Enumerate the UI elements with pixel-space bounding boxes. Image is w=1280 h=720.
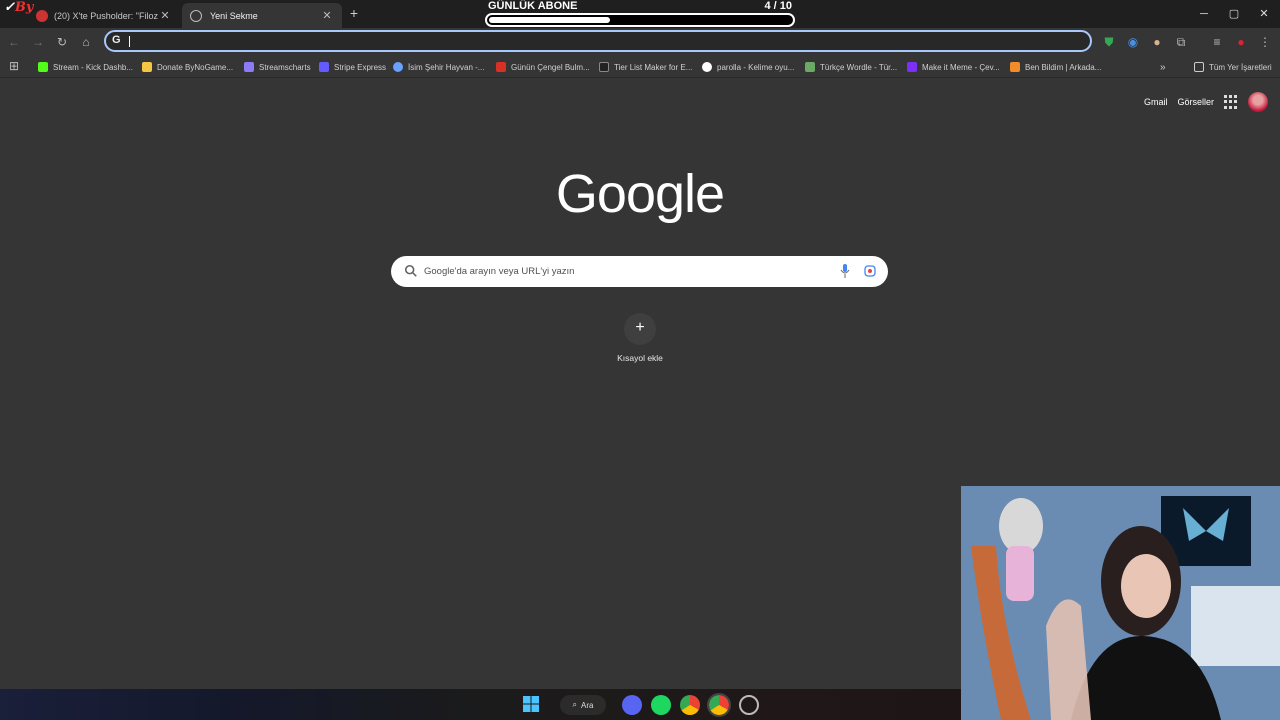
close-tab-icon[interactable]: ✕ — [158, 9, 172, 22]
shield-extension-icon[interactable]: ⛊ — [1101, 34, 1117, 50]
maximize-button[interactable]: ▢ — [1226, 6, 1242, 22]
sub-goal-fill — [489, 17, 610, 23]
new-tab-button[interactable]: + — [346, 5, 362, 21]
cengel-icon — [496, 62, 506, 72]
spotify-icon[interactable] — [651, 695, 671, 715]
discord-icon[interactable] — [622, 695, 642, 715]
google-lens-icon[interactable] — [864, 265, 876, 277]
windows-taskbar: ⌕ Ara — [0, 689, 961, 720]
bynogame-icon — [142, 62, 152, 72]
tierlist-icon — [599, 62, 609, 72]
gmail-link[interactable]: Gmail — [1144, 97, 1168, 107]
stripe-icon — [319, 62, 329, 72]
google-g-icon: G — [112, 34, 121, 46]
wordle-icon — [805, 62, 815, 72]
sub-goal-bar — [485, 13, 795, 27]
browser-toolbar: ← → ↻ ⌂ G ⛊ ◉ ● ⧉ ≡ ● ⋮ — [0, 28, 1280, 56]
apps-grid-icon[interactable]: ⊞ — [6, 58, 22, 74]
add-shortcut-label: Kısayol ekle — [617, 353, 663, 363]
home-icon[interactable]: ⌂ — [78, 34, 94, 50]
tab-strip: ✓By (20) X'te Pusholder: "Filozof At... … — [0, 0, 1280, 28]
images-link[interactable]: Görseller — [1177, 97, 1214, 107]
meme-icon — [907, 62, 917, 72]
back-icon[interactable]: ← — [6, 34, 22, 50]
search-icon — [404, 264, 417, 277]
menu-kebab-icon[interactable]: ⋮ — [1257, 34, 1273, 50]
bookmark-tierlist[interactable]: Tier List Maker for E... — [599, 60, 692, 74]
tab-title: (20) X'te Pusholder: "Filozof At... — [54, 10, 158, 21]
face-extension-icon[interactable]: ● — [1149, 34, 1165, 50]
audio-extension-icon[interactable]: ◉ — [1125, 34, 1141, 50]
sub-goal-count: 4 / 10 — [764, 0, 792, 12]
google-search-box[interactable]: Google'da arayın veya URL'yi yazın — [391, 256, 888, 287]
reload-icon[interactable]: ↻ — [54, 34, 70, 50]
sub-goal-label: GÜNLÜK ABONE — [488, 0, 578, 12]
webcam-image — [961, 486, 1280, 720]
folder-icon — [1194, 62, 1204, 72]
webcam-overlay — [961, 486, 1280, 720]
bookmarks-bar: ⊞ Stream - Kick Dashb... Donate ByNoGame… — [0, 56, 1280, 78]
bookmark-kick[interactable]: Stream - Kick Dashb... — [38, 60, 133, 74]
x-favicon-icon — [36, 9, 48, 22]
text-caret — [129, 36, 130, 47]
bookmark-streamscharts[interactable]: Streamscharts — [244, 60, 311, 74]
taskbar-search[interactable]: ⌕ Ara — [560, 695, 606, 715]
streamscharts-icon — [244, 62, 254, 72]
minimize-button[interactable]: ─ — [1196, 6, 1212, 22]
bookmark-cengel[interactable]: Günün Çengel Bulm... — [496, 60, 590, 74]
media-control-icon[interactable]: ≡ — [1209, 34, 1225, 50]
close-window-button[interactable]: ✕ — [1256, 6, 1272, 22]
google-logo: Google — [555, 164, 725, 224]
search-icon: ⌕ — [572, 700, 578, 709]
profile-avatar-icon[interactable]: ● — [1233, 34, 1249, 50]
tab-title: Yeni Sekme — [210, 10, 258, 21]
ben-bildim-icon — [1010, 62, 1020, 72]
extensions-puzzle-icon[interactable]: ⧉ — [1173, 34, 1189, 50]
parolla-icon — [702, 62, 712, 72]
account-avatar[interactable] — [1248, 92, 1268, 112]
bookmark-stripe[interactable]: Stripe Express — [319, 60, 386, 74]
bookmark-bynogame[interactable]: Donate ByNoGame... — [142, 60, 233, 74]
more-bookmarks-chevron-icon[interactable]: » — [1160, 60, 1166, 74]
address-bar[interactable]: G — [104, 30, 1092, 52]
globe-icon — [393, 62, 403, 72]
tab-new-tab[interactable]: Yeni Sekme ✕ — [182, 3, 342, 28]
search-placeholder: Google'da arayın veya URL'yi yazın — [424, 266, 575, 277]
voice-search-icon[interactable] — [840, 264, 850, 278]
add-shortcut-button[interactable]: + — [624, 313, 656, 345]
ntp-header: Gmail Görseller — [1144, 92, 1268, 112]
chrome-icon[interactable] — [680, 695, 700, 715]
all-bookmarks-folder[interactable]: Tüm Yer İşaretleri — [1194, 60, 1272, 74]
bookmark-ben-bildim[interactable]: Ben Bildim | Arkada... — [1010, 60, 1101, 74]
obs-icon[interactable] — [739, 695, 759, 715]
close-tab-icon[interactable]: ✕ — [320, 9, 334, 22]
chrome-active-icon[interactable] — [707, 693, 731, 717]
bookmark-make-it-meme[interactable]: Make it Meme - Çev... — [907, 60, 1000, 74]
bookmark-isim-sehir[interactable]: İsim Şehir Hayvan -... — [393, 60, 484, 74]
bookmark-parolla[interactable]: parolla - Kelime oyu... — [702, 60, 794, 74]
sub-goal-widget: GÜNLÜK ABONE 4 / 10 — [484, 0, 796, 28]
bookmark-wordle[interactable]: Türkçe Wordle - Tür... — [805, 60, 897, 74]
windows-start-icon[interactable] — [523, 696, 539, 712]
chrome-favicon-icon — [190, 9, 202, 22]
google-apps-icon[interactable] — [1224, 95, 1238, 109]
kick-icon — [38, 62, 48, 72]
forward-icon[interactable]: → — [30, 34, 46, 50]
tab-x-pusholder[interactable]: (20) X'te Pusholder: "Filozof At... ✕ — [28, 3, 180, 28]
